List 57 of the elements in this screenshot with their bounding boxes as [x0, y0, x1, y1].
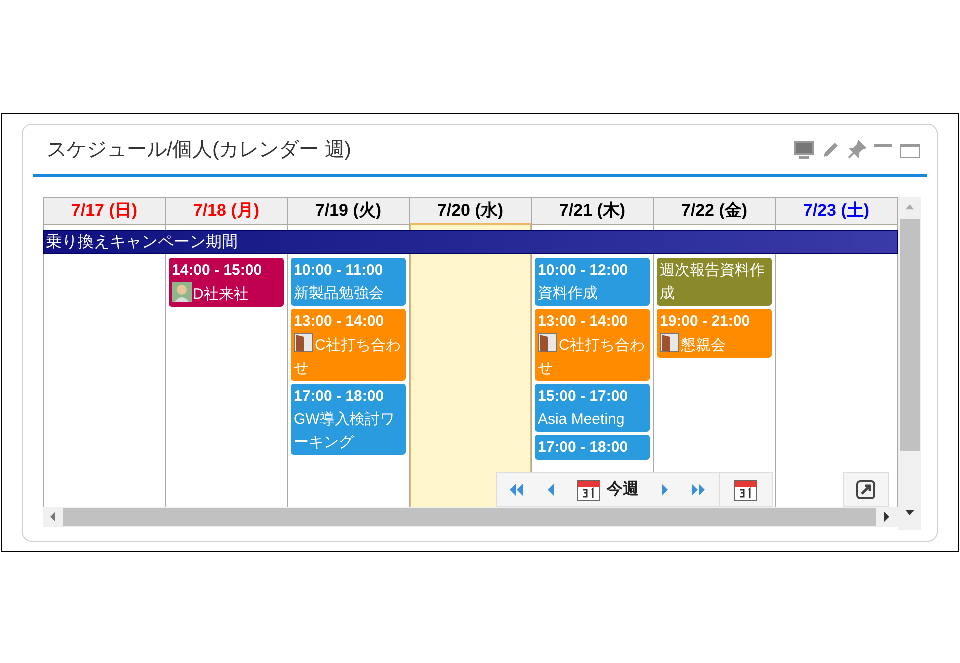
- external-link-icon: [856, 480, 876, 500]
- calendar-event[interactable]: 10:00 - 12:00 資料作成: [535, 258, 650, 306]
- event-time: 17:00 - 18:00: [538, 438, 630, 458]
- date-picker-icon[interactable]: [734, 478, 758, 502]
- day-header[interactable]: 7/20 (水): [410, 197, 531, 225]
- event-title: Asia Meeting: [538, 410, 626, 430]
- event-time: 14:00 - 15:00: [172, 261, 264, 281]
- event-time: 13:00 - 14:00: [538, 312, 630, 332]
- horizontal-scrollbar[interactable]: [43, 507, 898, 527]
- calendar-event[interactable]: 17:00 - 18:00 GW導入検討ワーキング: [291, 384, 406, 455]
- person-avatar-icon: [172, 282, 192, 302]
- monitor-icon[interactable]: [793, 140, 815, 160]
- calendar-event[interactable]: 10:00 - 11:00 新製品勉強会: [291, 258, 406, 306]
- event-time: 15:00 - 17:00: [538, 387, 630, 407]
- event-time: 10:00 - 12:00: [538, 261, 630, 281]
- event-title: GW導入検討ワーキング: [294, 410, 396, 453]
- calendar-event[interactable]: 15:00 - 17:00 Asia Meeting: [535, 384, 650, 432]
- day-header[interactable]: 7/22 (金): [654, 197, 775, 225]
- event-time: 19:00 - 21:00: [660, 312, 752, 332]
- event-title: 週次報告資料作成: [660, 261, 766, 304]
- open-external-button[interactable]: [843, 472, 889, 507]
- event-title: C社打ち合わせ: [294, 333, 403, 380]
- calendar-event[interactable]: 週次報告資料作成: [657, 258, 772, 306]
- banner-event[interactable]: 乗り換えキャンペーン期間: [43, 230, 898, 254]
- day-header[interactable]: 7/23 (土): [776, 197, 897, 225]
- fast-backward-icon[interactable]: [509, 484, 525, 496]
- fast-forward-icon[interactable]: [691, 484, 707, 496]
- event-title: 新製品勉強会: [294, 284, 385, 304]
- event-title: 資料作成: [538, 284, 599, 304]
- day-header[interactable]: 7/17 (日): [44, 197, 165, 225]
- event-title: D社来社: [172, 282, 281, 306]
- pin-icon[interactable]: [847, 140, 867, 160]
- this-week-button[interactable]: 今週: [577, 478, 639, 502]
- event-time: 10:00 - 11:00: [294, 261, 384, 281]
- scroll-left-icon[interactable]: [49, 512, 57, 522]
- calendar-event[interactable]: 13:00 - 14:00 C社打ち合わせ: [291, 309, 406, 381]
- calendar-event[interactable]: 14:00 - 15:00 D社来社: [169, 258, 284, 307]
- scroll-right-icon[interactable]: [883, 512, 891, 522]
- calendar-event[interactable]: 13:00 - 14:00 C社打ち合わせ: [535, 309, 650, 381]
- event-time: 17:00 - 18:00: [294, 387, 386, 407]
- calendar-icon[interactable]: [577, 478, 601, 502]
- calendar-event[interactable]: 19:00 - 21:00 懇親会: [657, 309, 772, 358]
- next-icon[interactable]: [661, 484, 669, 496]
- calendar-event[interactable]: 17:00 - 18:00: [535, 435, 650, 460]
- day-header[interactable]: 7/21 (木): [532, 197, 653, 225]
- panel-title: スケジュール/個人(カレンダー 週): [47, 138, 352, 162]
- scroll-down-icon[interactable]: [904, 508, 914, 518]
- door-icon: [538, 333, 558, 353]
- door-icon: [294, 333, 314, 353]
- day-header[interactable]: 7/18 (月): [166, 197, 287, 225]
- day-header[interactable]: 7/19 (火): [288, 197, 409, 225]
- event-title: C社打ち合わせ: [538, 333, 647, 380]
- vertical-scrollbar[interactable]: [898, 197, 921, 530]
- event-title: 懇親会: [660, 333, 769, 357]
- door-icon: [660, 333, 680, 353]
- previous-icon[interactable]: [547, 484, 555, 496]
- event-time: 13:00 - 14:00: [294, 312, 386, 332]
